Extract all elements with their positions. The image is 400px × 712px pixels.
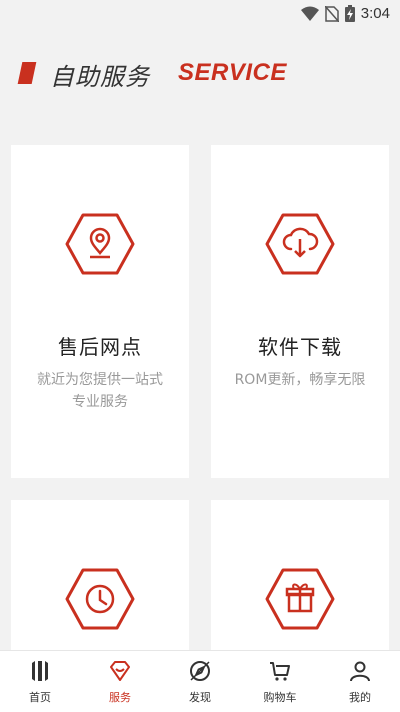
home-logo-icon (32, 661, 48, 681)
card-clock-service[interactable] (11, 500, 189, 650)
cart-icon (270, 662, 290, 681)
card-description: 就近为您提供一站式专业服务 (37, 372, 163, 410)
tab-profile[interactable]: 我的 (320, 651, 400, 712)
tab-label: 购物车 (263, 691, 297, 704)
page-header: 自助服务 SERVICE (0, 56, 400, 92)
page-title: 自助服务 (50, 63, 150, 91)
card-service-outlets[interactable]: 售后网点 就近为您提供一站式专业服务 (11, 145, 189, 478)
tab-service[interactable]: 服务 (80, 651, 160, 712)
tab-label: 首页 (29, 691, 51, 704)
tab-home[interactable]: 首页 (0, 651, 80, 712)
discover-compass-icon (190, 661, 210, 681)
no-sim-icon (324, 5, 339, 22)
clock-icon (65, 568, 135, 630)
battery-charging-icon (344, 5, 355, 22)
status-time: 3:04 (360, 5, 390, 22)
user-icon (350, 661, 370, 682)
tab-cart[interactable]: 购物车 (240, 651, 320, 712)
gift-icon (265, 568, 335, 630)
card-title: 软件下载 (258, 335, 342, 359)
bottom-tab-bar: 首页 服务 发现 购物车 我的 (0, 650, 400, 712)
page-subtitle: SERVICE (178, 59, 287, 86)
wifi-icon (300, 6, 319, 21)
card-software-download[interactable]: 软件下载 ROM更新，畅享无限 (211, 145, 389, 478)
card-gift-service[interactable] (211, 500, 389, 650)
service-diamond-icon (110, 661, 130, 681)
header-accent-mark (17, 62, 37, 84)
location-pin-icon (65, 213, 135, 275)
tab-label: 服务 (109, 691, 131, 704)
tab-label: 我的 (349, 691, 371, 704)
card-description: ROM更新，畅享无限 (234, 372, 366, 388)
tab-discover[interactable]: 发现 (160, 651, 240, 712)
card-title: 售后网点 (58, 335, 142, 359)
tab-label: 发现 (189, 691, 211, 704)
status-bar: 3:04 (0, 0, 400, 28)
cloud-download-icon (265, 213, 335, 275)
